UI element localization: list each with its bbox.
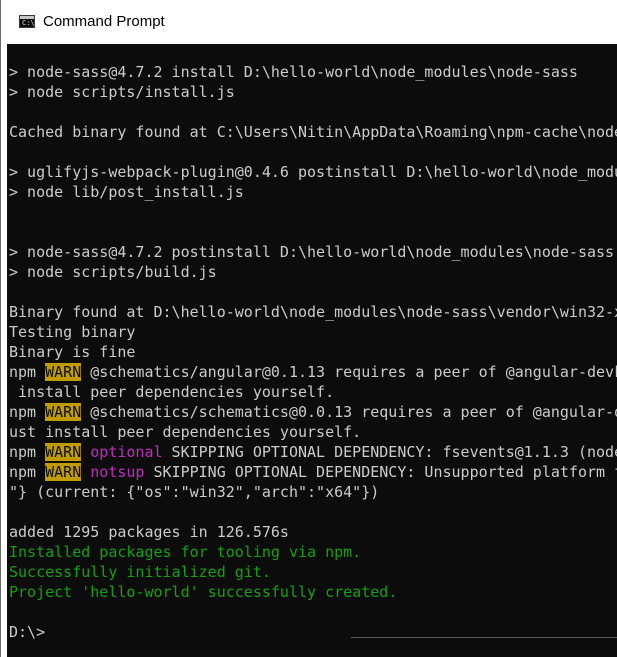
console-text: Project 'hello-world' successfully creat…	[9, 583, 398, 601]
console-line: "} (current: {"os":"win32","arch":"x64"}…	[9, 482, 617, 502]
warn-badge: WARN	[45, 403, 82, 421]
console-line: npm WARN optional SKIPPING OPTIONAL DEPE…	[9, 442, 617, 462]
console-line: > uglifyjs-webpack-plugin@0.4.6 postinst…	[9, 162, 617, 182]
console-line: > node lib/post_install.js	[9, 182, 617, 202]
console-text: npm	[9, 403, 46, 421]
console-line: Binary found at D:\hello-world\node_modu…	[9, 302, 617, 322]
console-text: Successfully initialized git.	[9, 563, 271, 581]
console-text: Cached binary found at C:\Users\Nitin\Ap…	[9, 123, 617, 141]
console-line: added 1295 packages in 126.576s	[9, 522, 617, 542]
console-line: npm WARN @schematics/angular@0.1.13 requ…	[9, 362, 617, 382]
console-text: SKIPPING OPTIONAL DEPENDENCY: Unsupporte…	[144, 463, 617, 481]
console-line: install peer dependencies yourself.	[9, 382, 617, 402]
console-line: Installed packages for tooling via npm.	[9, 542, 617, 562]
console-line: Testing binary	[9, 322, 617, 342]
console-line: Successfully initialized git.	[9, 562, 617, 582]
console-text: install peer dependencies yourself.	[9, 383, 335, 401]
console-text: npm	[9, 443, 46, 461]
console-text: SKIPPING OPTIONAL DEPENDENCY: fsevents@1…	[162, 443, 617, 461]
console-line: > node-sass@4.7.2 postinstall D:\hello-w…	[9, 242, 617, 262]
console-text: Testing binary	[9, 323, 136, 341]
warn-badge: WARN	[45, 443, 82, 461]
console-text: @schematics/angular@0.1.13 requires a pe…	[81, 363, 617, 381]
console-text: optional	[90, 443, 163, 461]
console-text: npm	[9, 463, 46, 481]
console-text: @schematics/schematics@0.0.13 requires a…	[81, 403, 617, 421]
console-text: > node scripts/install.js	[9, 83, 235, 101]
console-lines: > node-sass@4.7.2 install D:\hello-world…	[9, 62, 617, 642]
console-text: Binary is fine	[9, 343, 136, 361]
console-line: > node scripts/build.js	[9, 262, 617, 282]
cmd-icon-glyph: C:\	[22, 19, 35, 27]
console-text: > node lib/post_install.js	[9, 183, 244, 201]
console-text: notsup	[90, 463, 145, 481]
console-text: > node scripts/build.js	[9, 263, 217, 281]
console-output[interactable]: > node-sass@4.7.2 install D:\hello-world…	[7, 44, 617, 657]
console-line: Cached binary found at C:\Users\Nitin\Ap…	[9, 122, 617, 142]
console-line: Project 'hello-world' successfully creat…	[9, 582, 617, 602]
console-text: > uglifyjs-webpack-plugin@0.4.6 postinst…	[9, 163, 617, 181]
title-bar[interactable]: C:\ Command Prompt	[1, 0, 617, 44]
console-line: > node scripts/install.js	[9, 82, 617, 102]
console-line: ust install peer dependencies yourself.	[9, 422, 617, 442]
warn-badge: WARN	[45, 463, 82, 481]
console-text: added 1295 packages in 126.576s	[9, 523, 289, 541]
console-line: > node-sass@4.7.2 install D:\hello-world…	[9, 62, 617, 82]
console-line: Binary is fine	[9, 342, 617, 362]
warn-badge: WARN	[45, 363, 82, 381]
cmd-icon[interactable]: C:\	[19, 15, 35, 28]
window-title: Command Prompt	[43, 13, 165, 30]
console-text: > node-sass@4.7.2 postinstall D:\hello-w…	[9, 243, 615, 261]
console-line: npm WARN notsup SKIPPING OPTIONAL DEPEND…	[9, 462, 617, 482]
background-window-edge	[351, 637, 617, 657]
console-text: Binary found at D:\hello-world\node_modu…	[9, 303, 617, 321]
console-text: ust install peer dependencies yourself.	[9, 423, 362, 441]
console-text: npm	[9, 363, 46, 381]
console-text: D:\>	[9, 623, 46, 641]
console-text: "} (current: {"os":"win32","arch":"x64"}…	[9, 483, 380, 501]
command-prompt-window: C:\ Command Prompt > node-sass@4.7.2 ins…	[0, 0, 617, 657]
console-line: npm WARN @schematics/schematics@0.0.13 r…	[9, 402, 617, 422]
console-text: Installed packages for tooling via npm.	[9, 543, 362, 561]
console-text: > node-sass@4.7.2 install D:\hello-world…	[9, 63, 578, 81]
